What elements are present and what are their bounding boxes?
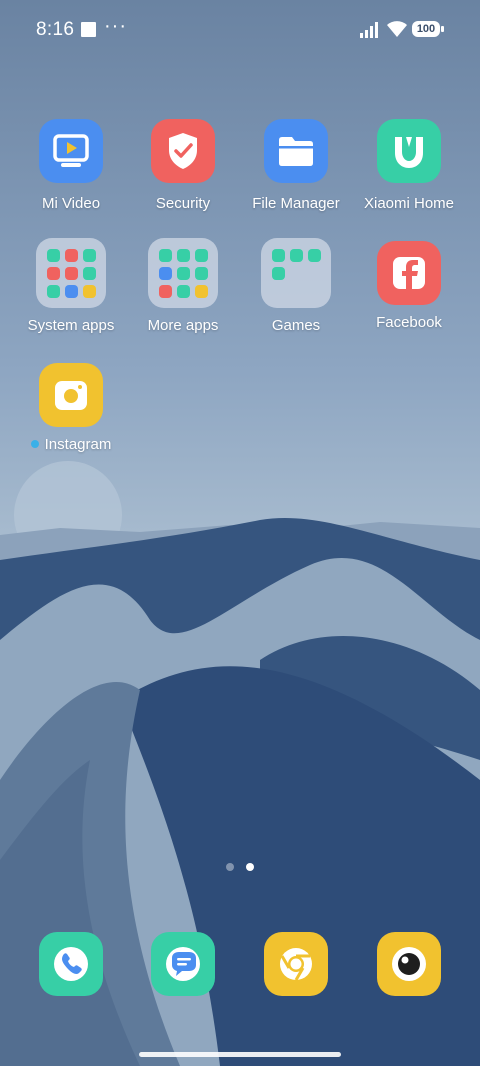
dock-messages[interactable]	[128, 932, 238, 996]
wifi-icon	[387, 21, 407, 37]
dock-phone[interactable]	[16, 932, 126, 996]
facebook-icon	[377, 241, 441, 305]
camera-icon	[377, 932, 441, 996]
folder-label: Games	[271, 317, 321, 334]
app-xiaomi-home[interactable]: Xiaomi Home	[354, 119, 464, 212]
clock: 8:16	[36, 19, 75, 40]
status-bar: 8:16 ··· 100	[0, 0, 480, 60]
phone-icon	[39, 932, 103, 996]
xiaomi-home-icon	[377, 119, 441, 183]
app-mi-video[interactable]: Mi Video	[16, 119, 126, 212]
mi-video-icon	[39, 119, 103, 183]
home-gesture-bar[interactable]	[139, 1052, 341, 1057]
app-label: Security	[155, 195, 211, 212]
page-dot-2-active[interactable]	[246, 863, 254, 871]
app-label: Mi Video	[41, 195, 101, 212]
app-facebook[interactable]: Facebook	[354, 241, 464, 331]
signal-icon	[360, 22, 378, 38]
app-instagram[interactable]: Instagram	[16, 363, 126, 453]
battery-level: 100	[412, 21, 440, 37]
more-notifications-icon: ···	[104, 15, 127, 37]
app-label: Xiaomi Home	[363, 195, 455, 212]
folder-games[interactable]: Games	[241, 238, 351, 334]
screen-record-icon	[81, 22, 96, 37]
system-apps-folder-icon	[36, 238, 106, 308]
folder-system-apps[interactable]: System apps	[16, 238, 126, 334]
instagram-camera-icon	[39, 363, 103, 427]
app-label: Facebook	[376, 314, 442, 331]
app-label: File Manager	[252, 195, 340, 212]
app-security[interactable]: Security	[128, 119, 238, 212]
battery-icon: 100	[412, 21, 445, 39]
app-label: Instagram	[44, 436, 112, 453]
chrome-icon	[264, 932, 328, 996]
messages-icon	[151, 932, 215, 996]
folder-more-apps[interactable]: More apps	[128, 238, 238, 334]
dock-camera[interactable]	[354, 932, 464, 996]
new-install-dot	[30, 440, 39, 449]
games-folder-icon	[261, 238, 331, 308]
dock-chrome[interactable]	[241, 932, 351, 996]
app-file-manager[interactable]: File Manager	[241, 119, 351, 212]
shield-icon	[151, 119, 215, 183]
more-apps-folder-icon	[148, 238, 218, 308]
folder-label: System apps	[27, 317, 115, 334]
page-dot-1[interactable]	[226, 863, 234, 871]
folder-label: More apps	[147, 317, 219, 334]
app-label-row: Instagram	[16, 436, 126, 453]
folder-icon	[264, 119, 328, 183]
